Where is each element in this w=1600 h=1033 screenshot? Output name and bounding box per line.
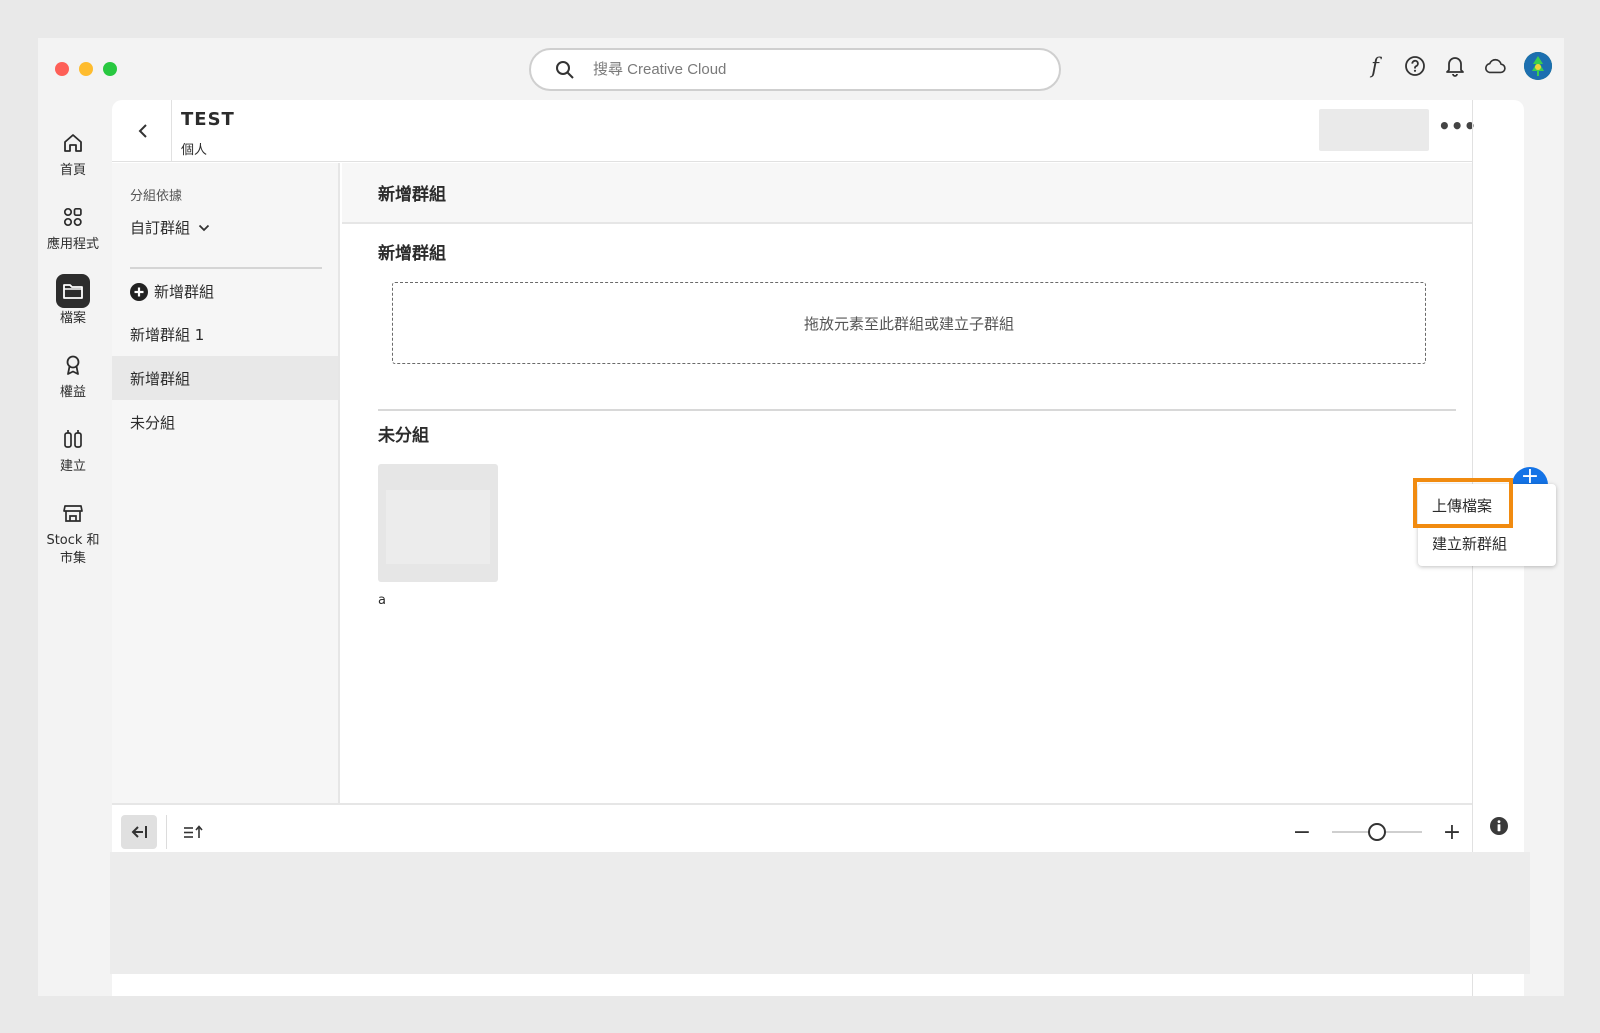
more-options-button[interactable]: ••• (1438, 114, 1476, 138)
group-by-dropdown[interactable]: 自訂群組 (130, 217, 210, 238)
sort-icon (184, 825, 203, 838)
rail-item-home[interactable]: 首頁 (38, 126, 108, 180)
sidebar-divider (130, 267, 322, 269)
store-icon (63, 505, 83, 522)
sidebar-item-group-1[interactable]: 新增群組 1 (112, 312, 338, 356)
create-icon (64, 430, 82, 448)
rail-label-stock: Stock 和 市集 (46, 533, 100, 566)
main-area: 新增群組 新增群組 拖放元素至此群組或建立子群組 未分組 a (342, 163, 1472, 803)
collapse-sidebar-button[interactable] (121, 815, 157, 849)
help-icon[interactable] (1404, 55, 1426, 77)
zoom-in-button[interactable]: + (1442, 819, 1462, 845)
info-icon[interactable] (1489, 816, 1509, 836)
sort-button[interactable] (182, 821, 206, 843)
rail-item-stock[interactable]: Stock 和 市集 (38, 496, 108, 568)
rail-label-apps: 應用程式 (46, 237, 99, 252)
zoom-out-button[interactable]: − (1292, 819, 1312, 845)
search-bar[interactable] (529, 48, 1061, 91)
close-window-button[interactable] (55, 62, 69, 76)
nav-rail: 首頁 應用程式 檔案 權益 建立 Stock 和 市集 (38, 126, 108, 588)
sidebar-item-ungrouped[interactable]: 未分組 (112, 400, 338, 444)
topbar-icons: f (1364, 52, 1552, 80)
bell-icon[interactable] (1444, 55, 1466, 77)
rail-item-apps[interactable]: 應用程式 (38, 200, 108, 254)
rail-label-home: 首頁 (59, 163, 86, 178)
main-heading: 新增群組 (342, 163, 1472, 224)
sidebar-item-new-group[interactable]: 新增群組 (112, 356, 338, 400)
apps-icon (63, 207, 82, 227)
header-divider (171, 100, 172, 162)
page-title: TEST (181, 109, 235, 130)
ungrouped-title: 未分組 (378, 426, 429, 446)
rail-item-files[interactable]: 檔案 (38, 274, 108, 328)
folder-icon (63, 284, 83, 299)
add-circle-icon (130, 282, 148, 301)
avatar[interactable] (1524, 52, 1552, 80)
zoom-control: − + (1292, 819, 1462, 845)
zoom-slider[interactable] (1332, 823, 1422, 841)
group-by-value: 自訂群組 (130, 219, 191, 237)
cloud-icon[interactable] (1484, 55, 1506, 77)
file-name[interactable]: a (378, 593, 386, 608)
chevron-left-icon (138, 124, 147, 138)
group-by-label: 分組依據 (130, 189, 183, 204)
collapse-left-icon (131, 826, 147, 838)
add-group-label: 新增群組 (154, 283, 215, 301)
group-sidebar: 分組依據 自訂群組 新增群組 新增群組 1 新增群組 未分組 (112, 163, 340, 803)
thumbnail-preview (386, 490, 490, 564)
footer-toolbar: − + (112, 803, 1472, 858)
highlight-frame (1413, 478, 1513, 528)
rail-item-entitlements[interactable]: 權益 (38, 348, 108, 402)
zoom-slider-knob[interactable] (1368, 823, 1386, 841)
back-button[interactable] (132, 120, 154, 142)
header-placeholder-box (1319, 109, 1429, 151)
section-divider (378, 409, 1456, 411)
drop-zone[interactable]: 拖放元素至此群組或建立子群組 (392, 282, 1426, 364)
window-controls (55, 62, 117, 76)
rail-item-create[interactable]: 建立 (38, 422, 108, 476)
minimize-window-button[interactable] (79, 62, 93, 76)
chevron-down-icon (198, 224, 210, 231)
fonts-icon[interactable]: f (1364, 54, 1386, 78)
panel-header: TEST 個人 ••• (112, 100, 1476, 162)
rail-label-create: 建立 (59, 459, 86, 474)
rail-label-entitlements: 權益 (59, 385, 86, 400)
file-thumbnail[interactable] (378, 464, 498, 582)
menu-item-create-group[interactable]: 建立新群組 (1418, 524, 1556, 562)
page-subtitle: 個人 (181, 143, 208, 158)
add-group-button[interactable]: 新增群組 (130, 281, 214, 302)
group-title: 新增群組 (378, 244, 446, 264)
search-icon (556, 60, 574, 79)
lower-backdrop (110, 852, 1530, 974)
footer-divider (166, 815, 167, 849)
home-icon (64, 134, 82, 152)
maximize-window-button[interactable] (103, 62, 117, 76)
search-input[interactable] (593, 61, 1013, 78)
badge-icon (66, 355, 80, 375)
rail-label-files: 檔案 (59, 311, 86, 326)
